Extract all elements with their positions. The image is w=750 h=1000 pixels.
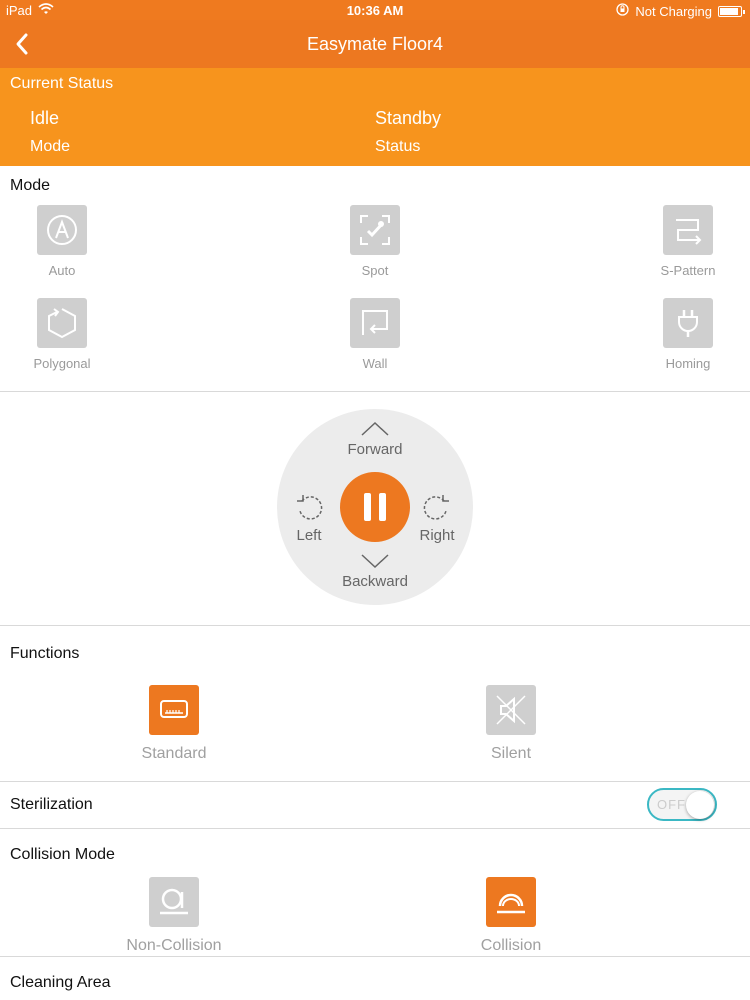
mode-s-pattern-button[interactable]: S-Pattern xyxy=(633,205,743,278)
current-status-panel: Current Status Idle Mode Standby Status xyxy=(0,68,750,166)
standard-fan-icon xyxy=(149,685,199,735)
collision-icon xyxy=(486,877,536,927)
right-button[interactable]: Right xyxy=(415,493,459,544)
function-standard-label: Standard xyxy=(141,745,207,762)
function-silent-button[interactable]: Silent xyxy=(441,685,581,763)
auto-a-icon xyxy=(37,205,87,255)
backward-button[interactable]: Backward xyxy=(325,553,425,590)
mode-label: Mode xyxy=(30,138,71,155)
divider xyxy=(0,625,750,626)
spot-target-icon xyxy=(350,205,400,255)
mode-wall-label: Wall xyxy=(362,356,388,371)
mode-homing-button[interactable]: Homing xyxy=(633,298,743,371)
nav-bar: Easymate Floor4 xyxy=(0,20,750,68)
charging-text: Not Charging xyxy=(635,3,712,19)
plug-icon xyxy=(663,298,713,348)
function-standard-button[interactable]: Standard xyxy=(104,685,244,763)
non-collision-icon xyxy=(149,877,199,927)
page-title: Easymate Floor4 xyxy=(306,34,444,54)
battery-icon xyxy=(718,5,745,17)
sterilization-label: Sterilization xyxy=(10,796,93,813)
mode-polygonal-button[interactable]: Polygonal xyxy=(7,298,117,371)
orientation-lock-icon xyxy=(616,3,630,19)
right-label: Right xyxy=(419,527,455,544)
pause-icon xyxy=(364,493,371,521)
rotate-left-icon xyxy=(297,495,323,520)
chevron-down-icon xyxy=(361,554,389,569)
divider xyxy=(0,781,750,782)
cleaning-area-title: Cleaning Area xyxy=(10,974,111,991)
forward-button[interactable]: Forward xyxy=(335,421,415,458)
status-label: Status xyxy=(375,138,421,155)
direction-pad: Forward Left Right Backward xyxy=(277,409,473,605)
sterilization-toggle[interactable]: OFF xyxy=(647,788,717,821)
mode-s-pattern-label: S-Pattern xyxy=(660,263,716,278)
wall-icon xyxy=(350,298,400,348)
toggle-knob xyxy=(686,791,714,819)
functions-section-title: Functions xyxy=(10,645,80,662)
mode-auto-label: Auto xyxy=(48,263,76,278)
pause-button[interactable] xyxy=(340,472,410,542)
polygon-icon xyxy=(37,298,87,348)
divider xyxy=(0,391,750,392)
mode-spot-button[interactable]: Spot xyxy=(320,205,430,278)
mute-icon xyxy=(486,685,536,735)
collision-label: Collision xyxy=(480,937,542,954)
mode-spot-label: Spot xyxy=(361,263,389,278)
mode-polygonal-label: Polygonal xyxy=(33,356,91,371)
backward-label: Backward xyxy=(342,573,408,590)
mode-homing-label: Homing xyxy=(665,356,711,371)
toggle-state-text: OFF xyxy=(657,797,686,812)
mode-value: Idle xyxy=(30,108,60,128)
mode-auto-button[interactable]: Auto xyxy=(7,205,117,278)
non-collision-button[interactable]: Non-Collision xyxy=(104,877,244,955)
mode-section-title: Mode xyxy=(10,177,51,194)
collision-button[interactable]: Collision xyxy=(441,877,581,955)
status-value: Standby xyxy=(375,108,442,128)
rotate-right-icon xyxy=(423,495,449,520)
divider xyxy=(0,828,750,829)
divider xyxy=(0,956,750,957)
s-pattern-icon xyxy=(663,205,713,255)
collision-section-title: Collision Mode xyxy=(10,846,115,863)
non-collision-label: Non-Collision xyxy=(126,937,222,954)
forward-label: Forward xyxy=(347,441,403,458)
left-label: Left xyxy=(296,527,322,544)
status-bar: iPad 10:36 AM Not Charging xyxy=(0,0,750,20)
chevron-up-icon xyxy=(361,421,389,436)
current-status-header: Current Status xyxy=(10,75,114,92)
function-silent-label: Silent xyxy=(490,745,532,762)
mode-wall-button[interactable]: Wall xyxy=(320,298,430,371)
left-button[interactable]: Left xyxy=(289,493,329,544)
